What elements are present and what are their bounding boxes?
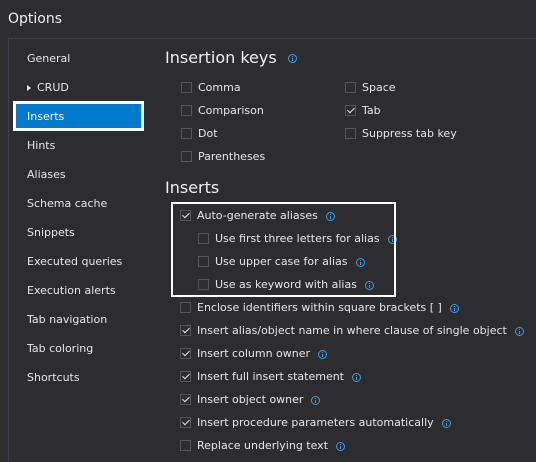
checkbox[interactable] <box>181 81 192 93</box>
option-insert-procedure-parameters[interactable]: Insert procedure parameters automaticall… <box>180 414 451 432</box>
sidebar-item-label: Inserts <box>27 110 65 123</box>
info-icon[interactable] <box>311 395 321 405</box>
option-use-first-three-letters[interactable]: Use first three letters for alias <box>198 230 397 248</box>
checkbox[interactable] <box>180 370 191 382</box>
sidebar-item-tab-navigation[interactable]: Tab navigation <box>16 306 142 334</box>
info-icon[interactable] <box>352 372 361 382</box>
option-label[interactable]: Comparison <box>198 104 264 117</box>
option-insert-alias-object-name[interactable]: Insert alias/object name in where clause… <box>180 322 524 340</box>
sidebar-item-inserts[interactable]: Inserts <box>16 103 142 131</box>
checkbox[interactable] <box>345 127 356 139</box>
info-icon[interactable] <box>287 54 297 63</box>
option-label[interactable]: Parentheses <box>198 150 265 163</box>
checkbox[interactable] <box>181 127 192 139</box>
option-insert-column-owner[interactable]: Insert column owner <box>180 345 328 363</box>
sidebar-item-shortcuts[interactable]: Shortcuts <box>16 364 142 392</box>
option-label[interactable]: Use as keyword with alias <box>215 278 357 291</box>
option-label[interactable]: Use first three letters for alias <box>215 232 380 245</box>
sidebar-item-label: Tab coloring <box>27 342 94 355</box>
sidebar-item-general[interactable]: General <box>16 45 142 73</box>
option-label[interactable]: Enclose identifiers within square bracke… <box>197 301 442 314</box>
info-icon[interactable] <box>364 280 374 290</box>
option-label[interactable]: Insert procedure parameters automaticall… <box>197 416 434 429</box>
sidebar-item-label: Schema cache <box>27 197 108 210</box>
option-label[interactable]: Comma <box>198 81 241 94</box>
option-tab[interactable]: Tab <box>345 102 381 120</box>
sidebar-item-label: CRUD <box>37 81 69 94</box>
option-use-upper-case[interactable]: Use upper case for alias <box>198 253 365 271</box>
sidebar-item-executed-queries[interactable]: Executed queries <box>16 248 142 276</box>
checkbox[interactable] <box>198 255 209 267</box>
info-icon[interactable] <box>387 234 397 244</box>
checkbox[interactable] <box>345 104 356 116</box>
sidebar-item-schema-cache[interactable]: Schema cache <box>16 190 142 218</box>
inserts-heading: Inserts <box>165 178 219 197</box>
expand-arrow-icon[interactable] <box>27 84 31 91</box>
sidebar-item-label: General <box>27 52 71 65</box>
checkbox[interactable] <box>180 209 191 221</box>
option-label[interactable]: Insert alias/object name in where clause… <box>197 324 507 337</box>
sidebar-item-snippets[interactable]: Snippets <box>16 219 142 247</box>
sidebar-item-label: Executed queries <box>27 255 123 268</box>
checkbox[interactable] <box>180 416 191 428</box>
option-label[interactable]: Suppress tab key <box>362 127 457 140</box>
option-suppress-tab-key[interactable]: Suppress tab key <box>345 125 457 143</box>
option-insert-object-owner[interactable]: Insert object owner <box>180 391 321 409</box>
option-comparison[interactable]: Comparison <box>181 102 264 120</box>
checkbox[interactable] <box>180 347 191 359</box>
sidebar-item-crud[interactable]: CRUD <box>16 74 142 102</box>
option-label[interactable]: Replace underlying text <box>197 439 328 452</box>
info-icon[interactable] <box>449 303 459 313</box>
info-icon[interactable] <box>325 211 335 221</box>
info-icon[interactable] <box>355 257 365 267</box>
checkbox[interactable] <box>180 324 191 336</box>
option-parentheses[interactable]: Parentheses <box>181 148 265 166</box>
sidebar-item-execution-alerts[interactable]: Execution alerts <box>16 277 142 305</box>
sidebar-item-label: Aliases <box>27 168 66 181</box>
info-icon[interactable] <box>441 418 451 428</box>
option-label[interactable]: Auto-generate aliases <box>197 209 318 222</box>
option-label[interactable]: Tab <box>362 104 381 117</box>
option-label[interactable]: Insert object owner <box>197 393 303 406</box>
option-label[interactable]: Insert full insert statement <box>197 370 344 383</box>
sidebar-item-label: Shortcuts <box>27 371 80 384</box>
inserts-title: Inserts <box>165 178 220 197</box>
sidebar-item-label: Execution alerts <box>27 284 116 297</box>
insertion-keys-heading: Insertion keys <box>165 48 297 67</box>
checkbox[interactable] <box>180 301 191 313</box>
option-use-as-keyword[interactable]: Use as keyword with alias <box>198 276 374 294</box>
option-replace-underlying-text[interactable]: Replace underlying text <box>180 437 346 455</box>
sidebar-item-tab-coloring[interactable]: Tab coloring <box>16 335 142 363</box>
option-label[interactable]: Use upper case for alias <box>215 255 348 268</box>
option-label[interactable]: Dot <box>198 127 218 140</box>
option-enclose-identifiers[interactable]: Enclose identifiers within square bracke… <box>180 299 459 317</box>
sidebar-item-label: Hints <box>27 139 56 152</box>
info-icon[interactable] <box>336 441 346 451</box>
info-icon[interactable] <box>318 349 328 359</box>
sidebar-item-label: Tab navigation <box>27 313 108 326</box>
window-title: Options <box>8 11 63 27</box>
option-insert-full-insert-statement[interactable]: Insert full insert statement <box>180 368 361 386</box>
checkbox[interactable] <box>198 232 209 244</box>
checkbox[interactable] <box>180 439 191 451</box>
option-auto-generate-aliases[interactable]: Auto-generate aliases <box>180 207 335 225</box>
option-comma[interactable]: Comma <box>181 79 241 97</box>
sidebar-item-label: Snippets <box>27 226 75 239</box>
checkbox[interactable] <box>198 278 209 290</box>
option-space[interactable]: Space <box>345 79 396 97</box>
option-dot[interactable]: Dot <box>181 125 218 143</box>
checkbox[interactable] <box>345 81 356 93</box>
window-titlebar: Options <box>0 0 536 36</box>
sidebar-item-hints[interactable]: Hints <box>16 132 142 160</box>
checkbox[interactable] <box>181 104 192 116</box>
checkbox[interactable] <box>180 393 191 405</box>
sidebar-item-aliases[interactable]: Aliases <box>16 161 142 189</box>
checkbox[interactable] <box>181 150 192 162</box>
option-label[interactable]: Space <box>362 81 396 94</box>
info-icon[interactable] <box>514 326 524 336</box>
option-label[interactable]: Insert column owner <box>197 347 310 360</box>
insertion-keys-title: Insertion keys <box>165 48 277 67</box>
